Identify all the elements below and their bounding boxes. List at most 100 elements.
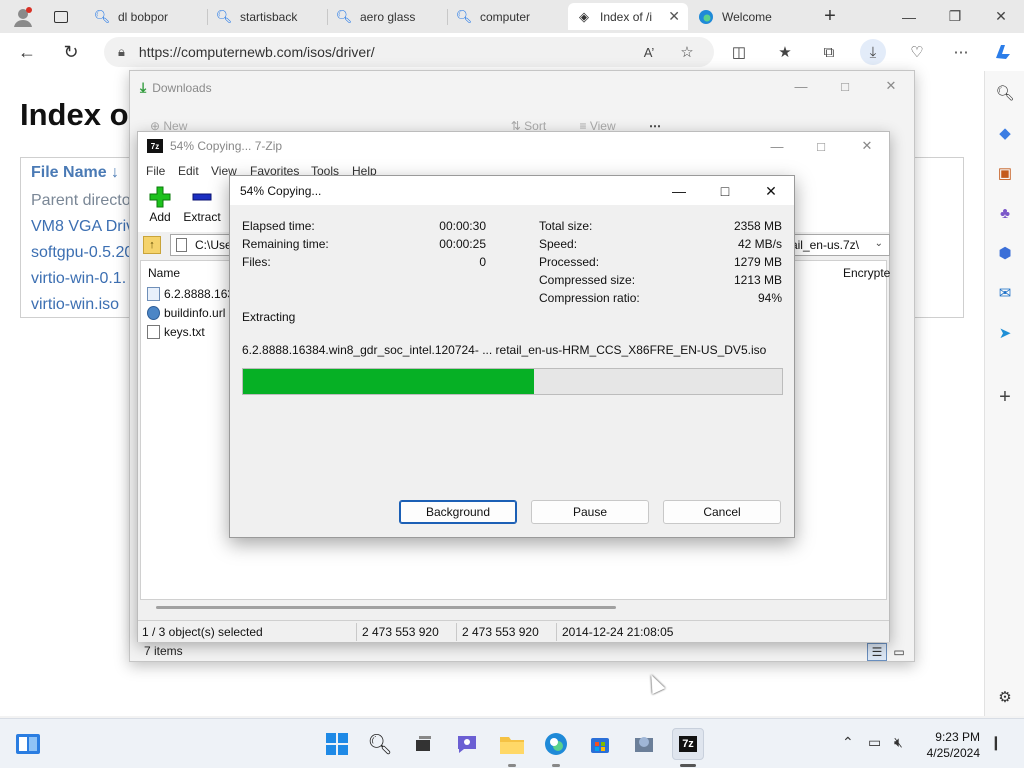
edge-taskbar-button[interactable]: [540, 728, 572, 760]
maximize-icon: □: [720, 183, 730, 199]
list-item[interactable]: 6.2.8888.1638: [147, 287, 241, 301]
back-button[interactable]: ←: [12, 37, 42, 67]
column-header-file-name[interactable]: File Name ↓: [31, 164, 119, 182]
tab-actions-button[interactable]: [46, 3, 76, 30]
favorite-button[interactable]: ☆: [674, 39, 700, 65]
close-tab-icon[interactable]: ✕: [668, 8, 680, 25]
background-button[interactable]: Background: [399, 500, 517, 524]
sidebar-add-button[interactable]: +: [993, 385, 1017, 409]
copilot-button[interactable]: [990, 39, 1016, 65]
7zip-maximize-button[interactable]: □: [806, 136, 836, 156]
downloads-minimize-button[interactable]: —: [786, 76, 816, 96]
cancel-button[interactable]: Cancel: [663, 500, 781, 524]
split-screen-button[interactable]: ◫: [726, 39, 752, 65]
performance-button[interactable]: ♡: [904, 39, 930, 65]
7zip-minimize-button[interactable]: —: [762, 136, 792, 156]
refresh-button[interactable]: ↻: [56, 37, 86, 67]
show-hidden-icons-button[interactable]: ⌃: [842, 734, 854, 751]
extract-button[interactable]: Extract: [180, 184, 224, 224]
downloads-maximize-button[interactable]: □: [830, 76, 860, 96]
horizontal-scrollbar[interactable]: [156, 606, 616, 609]
system-clock[interactable]: 9:23 PM 4/25/2024: [927, 729, 980, 761]
profile-avatar[interactable]: [8, 3, 38, 30]
address-bar[interactable]: 🔒︎ https://computernewb.com/isos/driver/: [104, 37, 714, 67]
add-button[interactable]: Add: [138, 184, 182, 224]
add-label: Add: [149, 210, 171, 224]
list-item[interactable]: Parent directo: [31, 192, 131, 210]
sidebar-shopping-button[interactable]: ◆: [993, 121, 1017, 145]
tab-computer[interactable]: 🔍︎ computer: [448, 3, 566, 30]
progress-minimize-button[interactable]: —: [664, 181, 694, 201]
progress-close-button[interactable]: ✕: [756, 181, 786, 201]
pause-button[interactable]: Pause: [531, 500, 649, 524]
7zip-titlebar: 7z 54% Copying... 7-Zip — □ ✕: [138, 132, 889, 160]
tiles-view-button[interactable]: ▭: [889, 643, 909, 661]
downloads-button[interactable]: ⤓: [860, 39, 886, 65]
sidebar-games-button[interactable]: ♣: [993, 201, 1017, 225]
list-item[interactable]: softgpu-0.5.20: [31, 244, 133, 262]
volume-button[interactable]: 🔇︎: [894, 734, 903, 751]
network-button[interactable]: ▭: [868, 734, 881, 751]
extract-label: Extract: [183, 210, 221, 224]
tab-index-of[interactable]: ◈ Index of /i ✕: [568, 3, 688, 30]
folder-icon: [500, 737, 524, 754]
minimize-button[interactable]: —: [886, 0, 932, 33]
notifications-button[interactable]: ❙: [990, 734, 1002, 751]
7zip-taskbar-button[interactable]: 7z: [672, 728, 704, 760]
search-icon: 🔍︎: [215, 8, 233, 24]
processed-label: Processed:: [539, 255, 600, 269]
active-indicator: [680, 764, 696, 767]
details-view-button[interactable]: ☰: [867, 643, 887, 661]
list-item[interactable]: VM8 VGA Driv: [31, 218, 134, 236]
sidebar-search-button[interactable]: 🔍︎: [993, 81, 1017, 105]
store-button[interactable]: [584, 728, 616, 760]
tab-label: dl bobpor: [118, 9, 169, 24]
tab-welcome[interactable]: Welcome: [690, 3, 808, 30]
folder-up-button[interactable]: ↑: [143, 236, 161, 254]
selection-status: 1 / 3 object(s) selected: [142, 625, 263, 639]
search-button[interactable]: 🔍︎: [364, 728, 396, 760]
tab-label: startisback: [240, 9, 298, 24]
tab-startisback[interactable]: 🔍︎ startisback: [208, 3, 326, 30]
menu-file[interactable]: File: [146, 164, 165, 178]
read-aloud-button[interactable]: A’: [636, 39, 662, 65]
sidebar-settings-button[interactable]: ⚙: [993, 685, 1017, 709]
gear-icon: ⚙: [998, 689, 1012, 706]
sidebar-outlook-button[interactable]: ✉: [993, 281, 1017, 305]
collections-button[interactable]: ⧉: [816, 39, 842, 65]
search-icon: 🔍︎: [995, 85, 1015, 102]
sidebar-tools-button[interactable]: ▣: [993, 161, 1017, 185]
new-tab-button[interactable]: +: [816, 3, 844, 30]
7zip-logo-icon: 7z: [147, 139, 163, 153]
minimize-icon: —: [770, 138, 784, 154]
7zip-close-button[interactable]: ✕: [852, 136, 882, 156]
list-item[interactable]: buildinfo.url: [147, 306, 225, 320]
tab-aero-glass[interactable]: 🔍︎ aero glass: [328, 3, 446, 30]
disc-image-icon: [147, 287, 160, 301]
close-icon: ✕: [765, 182, 777, 199]
file-explorer-button[interactable]: [496, 728, 528, 760]
compressed-size-label: Compressed size:: [539, 273, 636, 287]
progress-maximize-button[interactable]: □: [710, 181, 740, 201]
widgets-button[interactable]: [12, 728, 44, 760]
list-item[interactable]: keys.txt: [147, 325, 205, 339]
column-header-encrypted[interactable]: Encrypte: [843, 266, 890, 280]
menu-edit[interactable]: Edit: [178, 164, 199, 178]
favorites-button[interactable]: ★: [772, 39, 798, 65]
close-window-button[interactable]: ✕: [978, 0, 1024, 33]
setup-app-button[interactable]: [628, 728, 660, 760]
chevron-down-icon[interactable]: ⌄: [875, 238, 883, 249]
chat-button[interactable]: [451, 728, 483, 760]
settings-more-button[interactable]: ⋯: [948, 39, 974, 65]
maximize-icon: □: [841, 78, 849, 94]
sidebar-drop-button[interactable]: ➤: [993, 321, 1017, 345]
sidebar-m365-button[interactable]: ⬢: [993, 241, 1017, 265]
downloads-close-button[interactable]: ✕: [876, 76, 906, 96]
column-header-name[interactable]: Name: [148, 266, 180, 280]
tab-dl-bobpor[interactable]: 🔍︎ dl bobpor: [86, 3, 206, 30]
list-item[interactable]: virtio-win-0.1.: [31, 270, 126, 288]
list-item[interactable]: virtio-win.iso: [31, 296, 119, 314]
start-button[interactable]: [321, 728, 353, 760]
task-view-button[interactable]: [407, 728, 439, 760]
restore-button[interactable]: ❐: [932, 0, 978, 33]
